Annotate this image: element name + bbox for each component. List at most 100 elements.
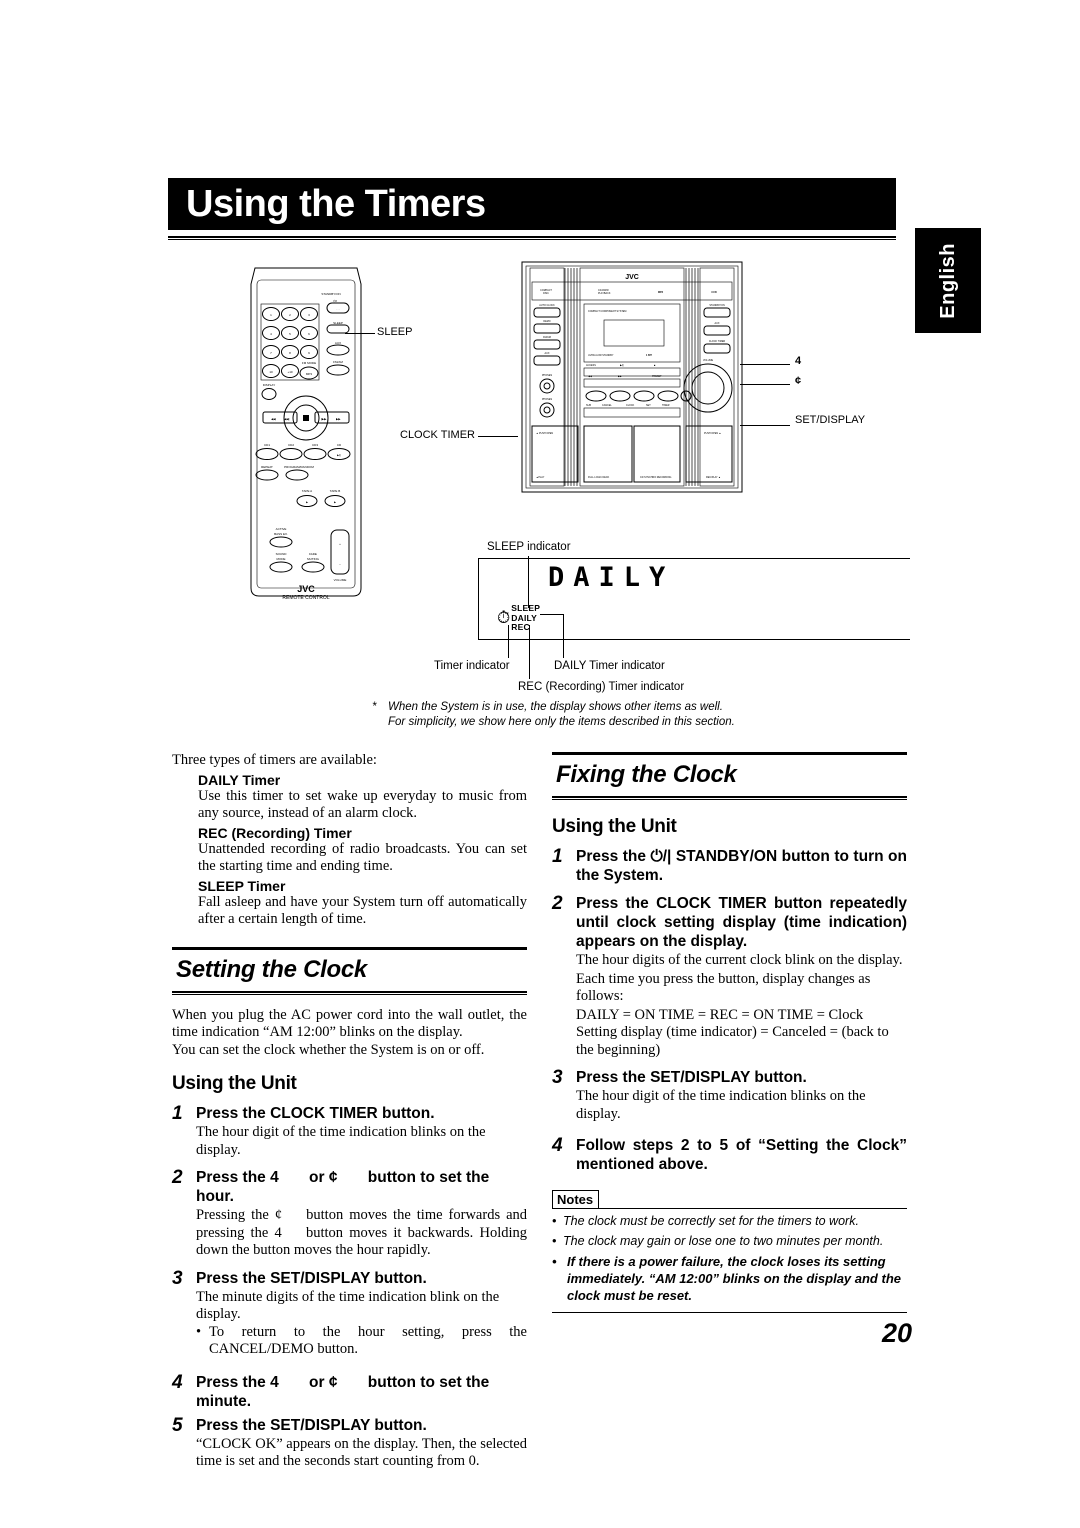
section-setting-the-clock-heading: Setting the Clock (172, 946, 527, 995)
leader-sleep (528, 556, 529, 608)
section-fixing-the-clock-heading: Fixing the Clock (552, 752, 907, 800)
svg-text:4: 4 (270, 332, 272, 336)
svg-text:FM MODE: FM MODE (302, 361, 316, 365)
label-timer-indicator: Timer indicator (434, 660, 510, 672)
remote-control-illustration: STANDBY/ON ⏻/I · · · 1 2 3 4 5 6 7 8 9 1… (243, 258, 369, 603)
svg-text:FM/AM: FM/AM (543, 336, 551, 339)
svg-text:CANCEL: CANCEL (602, 404, 612, 407)
step-body: The hour digit of the time indication bl… (196, 1124, 486, 1158)
svg-text:5: 5 (289, 332, 291, 336)
setting-clock-intro-1: When you plug the AC power cord into the… (172, 1006, 527, 1041)
step-item: 2 Press the CLOCK TIMER button repeatedl… (552, 893, 907, 1059)
page-number: 20 (881, 1318, 912, 1348)
step-item: 2 Press the 4 or ¢ button to set the hou… (172, 1167, 527, 1260)
step-title: Press the CLOCK TIMER button repeatedly … (576, 895, 907, 950)
svg-text:3: 3 (308, 313, 310, 317)
svg-text:▶: ▶ (306, 501, 308, 504)
bullet-marker: • (552, 1254, 557, 1269)
step-number: 3 (552, 1067, 563, 1088)
note-item: • The clock must be correctly set for th… (552, 1213, 907, 1229)
step-bullet: • To return to the hour setting, press t… (196, 1324, 527, 1359)
note-text: If there is a power failure, the clock l… (567, 1254, 901, 1303)
svg-text:JVC: JVC (625, 274, 639, 281)
svg-text:PROGRAM/RANDOM: PROGRAM/RANDOM (284, 465, 314, 469)
svg-text:CLOCK TIMER: CLOCK TIMER (709, 340, 726, 343)
svg-text:TAPE A: TAPE A (302, 489, 312, 493)
svg-text:AUX: AUX (715, 322, 720, 325)
step-body-sequence: DAILY = ON TIME = REC = ON TIME = Clock … (576, 1006, 889, 1058)
svg-text:+10: +10 (287, 370, 292, 374)
svg-text:MP3: MP3 (658, 291, 664, 294)
svg-text:MODE: MODE (277, 557, 286, 561)
step-number: 1 (552, 846, 563, 867)
skip-fwd-icon: ¢ (328, 1169, 338, 1186)
svg-text:PHONES: PHONES (542, 374, 553, 377)
svg-text:1: 1 (270, 313, 272, 317)
svg-text:FM/AM: FM/AM (333, 360, 343, 364)
svg-text:⏻/I: ⏻/I (333, 299, 337, 303)
svg-text:▲ PUSH OPEN: ▲ PUSH OPEN (536, 432, 553, 435)
svg-text:ACTIVE: ACTIVE (276, 527, 287, 531)
skip-back-icon: 4 (270, 1169, 279, 1186)
svg-text:CLOCK: CLOCK (626, 404, 635, 407)
timer-type-list: DAILY Timer Use this timer to set wake u… (198, 772, 527, 929)
svg-text:▶▶: ▶▶ (336, 417, 341, 421)
step-title: Press the CLOCK TIMER button. (196, 1105, 435, 1122)
note-item: • The clock may gain or lose one to two … (552, 1233, 907, 1249)
svg-text:STANDBY/ON: STANDBY/ON (709, 304, 725, 307)
display-indicator-block: ⏱ SLEEP DAILY REC (497, 603, 540, 633)
callout-sleep: SLEEP (377, 326, 413, 338)
page-title-banner: Using the Timers (168, 178, 896, 230)
leader-timer (508, 625, 509, 658)
step-title: Press the 4 or ¢ button to set the hour. (196, 1168, 527, 1206)
svg-text:REPEAT: REPEAT (261, 465, 273, 469)
note-text: The clock may gain or lose one to two mi… (563, 1234, 884, 1248)
step-number: 4 (552, 1135, 563, 1156)
timer-type-desc: Use this timer to set wake up everyday t… (198, 787, 527, 822)
svg-text:■: ■ (654, 364, 656, 367)
svg-text:REC/PLAY ▲: REC/PLAY ▲ (706, 476, 721, 479)
leader-daily-h (540, 614, 564, 615)
footnote-line-2: For simplicity, we show here only the it… (388, 716, 735, 728)
display-segment-text: DAILY (548, 562, 675, 593)
indicator-rec: REC (511, 622, 530, 632)
svg-text:· · ·: · · · (336, 308, 340, 311)
notes-section: Notes • The clock must be correctly set … (552, 1190, 907, 1313)
skip-back-icon: 4 (270, 1373, 279, 1391)
bullet-marker: • (552, 1214, 557, 1228)
callout-set-display: SET/DISPLAY (795, 414, 866, 426)
timer-type-name: DAILY Timer (198, 771, 281, 788)
svg-text:CD: CD (337, 443, 342, 447)
svg-text:AUX: AUX (335, 341, 341, 345)
svg-text:SET: SET (646, 404, 651, 407)
svg-text:▶/||: ▶/|| (620, 364, 624, 367)
svg-text:SUB: SUB (586, 404, 591, 407)
svg-text:VOLUME: VOLUME (703, 359, 714, 362)
svg-text:CD SYNCHRO RECORDING: CD SYNCHRO RECORDING (640, 476, 671, 479)
step-body-part: Pressing the (196, 1207, 269, 1223)
notes-head-rule (552, 1208, 907, 1209)
svg-text:◀◀: ◀◀ (271, 417, 276, 421)
svg-text:AUX: AUX (545, 352, 550, 355)
svg-text:–: – (339, 562, 341, 566)
step-title: Press the SET/DISPLAY button. (196, 1416, 427, 1434)
svg-text:BASS EX.: BASS EX. (274, 532, 288, 536)
step-bullet-text: To return to the hour setting, press the… (209, 1323, 527, 1358)
system-callout-line-2 (740, 384, 790, 385)
svg-text:PLAYBACK: PLAYBACK (598, 292, 611, 295)
timer-type-name: REC (Recording) Timer (198, 824, 352, 841)
step-title: Press the ⏻/| STANDBY/ON button to turn … (576, 847, 907, 885)
section-heading-text: Setting the Clock (176, 955, 367, 983)
svg-text:FADE: FADE (309, 552, 317, 556)
svg-text:ULTRA LOW STANDBY: ULTRA LOW STANDBY (588, 354, 614, 357)
sleep-callout-line (345, 333, 375, 334)
notes-foot-rule (552, 1312, 907, 1313)
svg-text:CD1: CD1 (264, 443, 270, 447)
label-daily-indicator: DAILY Timer indicator (554, 660, 665, 672)
svg-text:DISC: DISC (543, 292, 549, 295)
language-tab-label: English (936, 242, 959, 319)
skip-fwd-icon: ¢ (328, 1373, 338, 1391)
step-body: Each time you press the button, display … (576, 970, 871, 1005)
svg-text:▶▶: ▶▶ (618, 375, 622, 378)
svg-text:ACCESS: ACCESS (586, 364, 596, 367)
